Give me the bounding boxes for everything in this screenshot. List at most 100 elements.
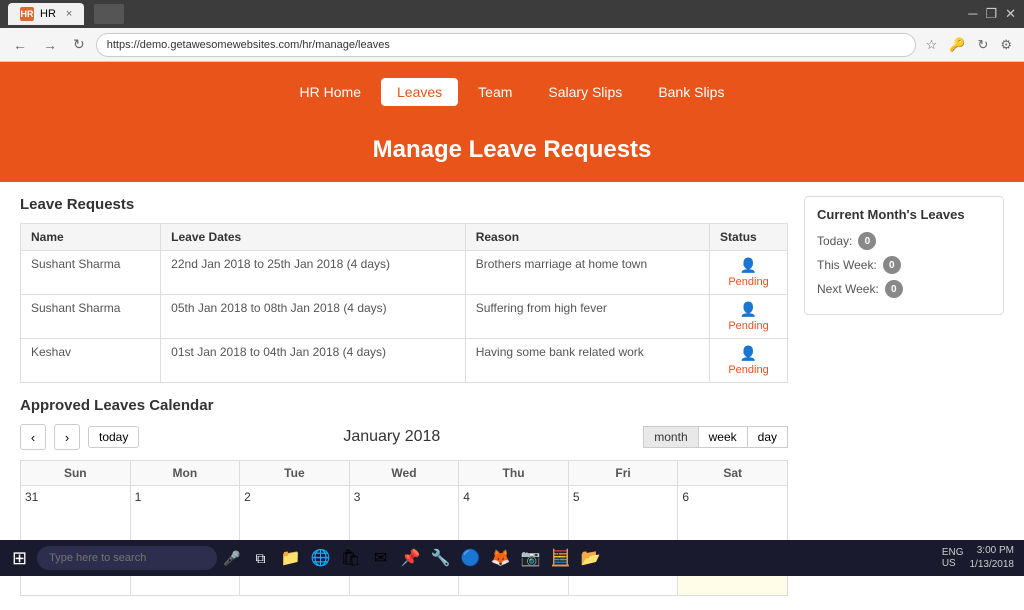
minimize-button[interactable]: ─ bbox=[968, 6, 977, 22]
forward-button[interactable]: → bbox=[38, 35, 62, 55]
tab-close-button[interactable]: × bbox=[66, 8, 72, 20]
taskbar-pin3[interactable]: 🔵 bbox=[457, 544, 485, 572]
cell-reason: Brothers marriage at home town bbox=[465, 251, 709, 295]
cal-day-header: Wed bbox=[349, 461, 459, 486]
right-panel: Current Month's Leaves Today:0This Week:… bbox=[804, 196, 1004, 596]
stat-label: This Week: bbox=[817, 258, 877, 272]
table-row: Keshav 01st Jan 2018 to 04th Jan 2018 (4… bbox=[21, 339, 788, 383]
settings-icon[interactable]: ⚙ bbox=[996, 35, 1016, 55]
status-label: Pending bbox=[728, 320, 768, 332]
tab-title: HR bbox=[40, 8, 56, 20]
stat-label: Today: bbox=[817, 234, 852, 248]
cal-day-number: 31 bbox=[25, 490, 38, 504]
taskbar-right: ENGUS 3:00 PM 1/13/2018 bbox=[942, 544, 1020, 572]
nav-hr-home[interactable]: HR Home bbox=[284, 78, 377, 106]
taskbar-pin6[interactable]: 🧮 bbox=[547, 544, 575, 572]
taskbar-pinned-icons: ⧉ 📁 🌐 🛍 ✉ 📌 🔧 🔵 🦊 📷 🧮 📂 bbox=[247, 544, 605, 572]
cal-next-button[interactable]: › bbox=[54, 424, 80, 450]
bookmark-icon[interactable]: ☆ bbox=[922, 35, 942, 55]
cell-name: Keshav bbox=[21, 339, 161, 383]
nav-salary-slips[interactable]: Salary Slips bbox=[532, 78, 638, 106]
taskbar-task-view[interactable]: ⧉ bbox=[247, 544, 275, 572]
cal-day-number: 5 bbox=[573, 490, 580, 504]
nav-bank-slips[interactable]: Bank Slips bbox=[642, 78, 740, 106]
browser-tab[interactable]: HR HR × bbox=[8, 3, 84, 25]
taskbar: ⊞ 🎤 ⧉ 📁 🌐 🛍 ✉ 📌 🔧 🔵 🦊 📷 🧮 📂 ENGUS 3:00 P… bbox=[0, 540, 1024, 576]
cal-day-number: 2 bbox=[244, 490, 251, 504]
cal-day-cell: 4 bbox=[459, 486, 569, 541]
taskbar-pin2[interactable]: 🔧 bbox=[427, 544, 455, 572]
col-name: Name bbox=[21, 224, 161, 251]
taskbar-pin7[interactable]: 📂 bbox=[577, 544, 605, 572]
status-label: Pending bbox=[728, 276, 768, 288]
new-tab-button[interactable] bbox=[94, 4, 124, 24]
month-stat: Next Week: 0 bbox=[817, 280, 991, 298]
taskbar-pin4[interactable]: 🦊 bbox=[487, 544, 515, 572]
nav-team[interactable]: Team bbox=[462, 78, 528, 106]
taskbar-search[interactable] bbox=[37, 546, 217, 570]
cell-name: Sushant Sharma bbox=[21, 295, 161, 339]
cal-day-cell: 5 bbox=[568, 486, 678, 541]
cal-view-buttons: month week day bbox=[644, 426, 788, 448]
leave-requests-table: Name Leave Dates Reason Status Sushant S… bbox=[20, 223, 788, 383]
current-month-box: Current Month's Leaves Today:0This Week:… bbox=[804, 196, 1004, 315]
col-reason: Reason bbox=[465, 224, 709, 251]
cal-day-header: Sat bbox=[678, 461, 788, 486]
close-window-button[interactable]: ✕ bbox=[1005, 6, 1016, 22]
cal-day-cell: 6 bbox=[678, 486, 788, 541]
cal-day-cell: 2 bbox=[240, 486, 350, 541]
cal-day-cell: 31 bbox=[21, 486, 131, 541]
page-title: Manage Leave Requests bbox=[0, 136, 1024, 164]
cal-day-header: Thu bbox=[459, 461, 569, 486]
status-icon: 👤 bbox=[740, 345, 757, 362]
cal-view-week[interactable]: week bbox=[698, 426, 748, 448]
status-icon: 👤 bbox=[740, 301, 757, 318]
cal-view-day[interactable]: day bbox=[747, 426, 788, 448]
col-status: Status bbox=[710, 224, 788, 251]
cell-status: 👤 Pending bbox=[710, 339, 788, 383]
nav-leaves[interactable]: Leaves bbox=[381, 78, 458, 106]
month-stat: Today: 0 bbox=[817, 232, 991, 250]
back-button[interactable]: ← bbox=[8, 35, 32, 55]
table-row: Sushant Sharma 05th Jan 2018 to 08th Jan… bbox=[21, 295, 788, 339]
taskbar-explorer[interactable]: 📁 bbox=[277, 544, 305, 572]
cell-dates: 01st Jan 2018 to 04th Jan 2018 (4 days) bbox=[161, 339, 466, 383]
table-row: Sushant Sharma 22nd Jan 2018 to 25th Jan… bbox=[21, 251, 788, 295]
refresh-icon[interactable]: ↻ bbox=[973, 35, 992, 55]
leave-requests-title: Leave Requests bbox=[20, 196, 788, 213]
cal-day-cell: 1 bbox=[130, 486, 240, 541]
cal-day-header: Fri bbox=[568, 461, 678, 486]
cell-reason: Having some bank related work bbox=[465, 339, 709, 383]
col-dates: Leave Dates bbox=[161, 224, 466, 251]
taskbar-edge[interactable]: 🌐 bbox=[307, 544, 335, 572]
taskbar-lang: ENGUS bbox=[942, 547, 964, 569]
page-title-bar: Manage Leave Requests bbox=[0, 122, 1024, 182]
cal-today-button[interactable]: today bbox=[88, 426, 139, 448]
taskbar-mail[interactable]: ✉ bbox=[367, 544, 395, 572]
browser-titlebar: HR HR × ─ ❐ ✕ bbox=[0, 0, 1024, 28]
cal-day-number: 4 bbox=[463, 490, 470, 504]
cell-dates: 05th Jan 2018 to 08th Jan 2018 (4 days) bbox=[161, 295, 466, 339]
restore-button[interactable]: ❐ bbox=[985, 6, 997, 22]
reload-button[interactable]: ↻ bbox=[68, 34, 90, 55]
mic-icon[interactable]: 🎤 bbox=[223, 550, 240, 567]
start-button[interactable]: ⊞ bbox=[4, 544, 35, 573]
calendar-header: ‹ › today January 2018 month week day bbox=[20, 424, 788, 450]
cal-day-number: 1 bbox=[135, 490, 142, 504]
status-icon: 👤 bbox=[740, 257, 757, 274]
cal-prev-button[interactable]: ‹ bbox=[20, 424, 46, 450]
extension-icon[interactable]: 🔑 bbox=[945, 35, 969, 55]
app-header: HR Home Leaves Team Salary Slips Bank Sl… bbox=[0, 62, 1024, 182]
taskbar-clock: 3:00 PM 1/13/2018 bbox=[970, 544, 1015, 572]
cell-status: 👤 Pending bbox=[710, 295, 788, 339]
cell-reason: Suffering from high fever bbox=[465, 295, 709, 339]
cal-view-month[interactable]: month bbox=[643, 426, 698, 448]
stat-label: Next Week: bbox=[817, 282, 879, 296]
address-bar[interactable] bbox=[96, 33, 916, 57]
taskbar-pin1[interactable]: 📌 bbox=[397, 544, 425, 572]
stat-count: 0 bbox=[885, 280, 903, 298]
stat-count: 0 bbox=[858, 232, 876, 250]
taskbar-pin5[interactable]: 📷 bbox=[517, 544, 545, 572]
cell-name: Sushant Sharma bbox=[21, 251, 161, 295]
taskbar-store[interactable]: 🛍 bbox=[337, 544, 365, 572]
